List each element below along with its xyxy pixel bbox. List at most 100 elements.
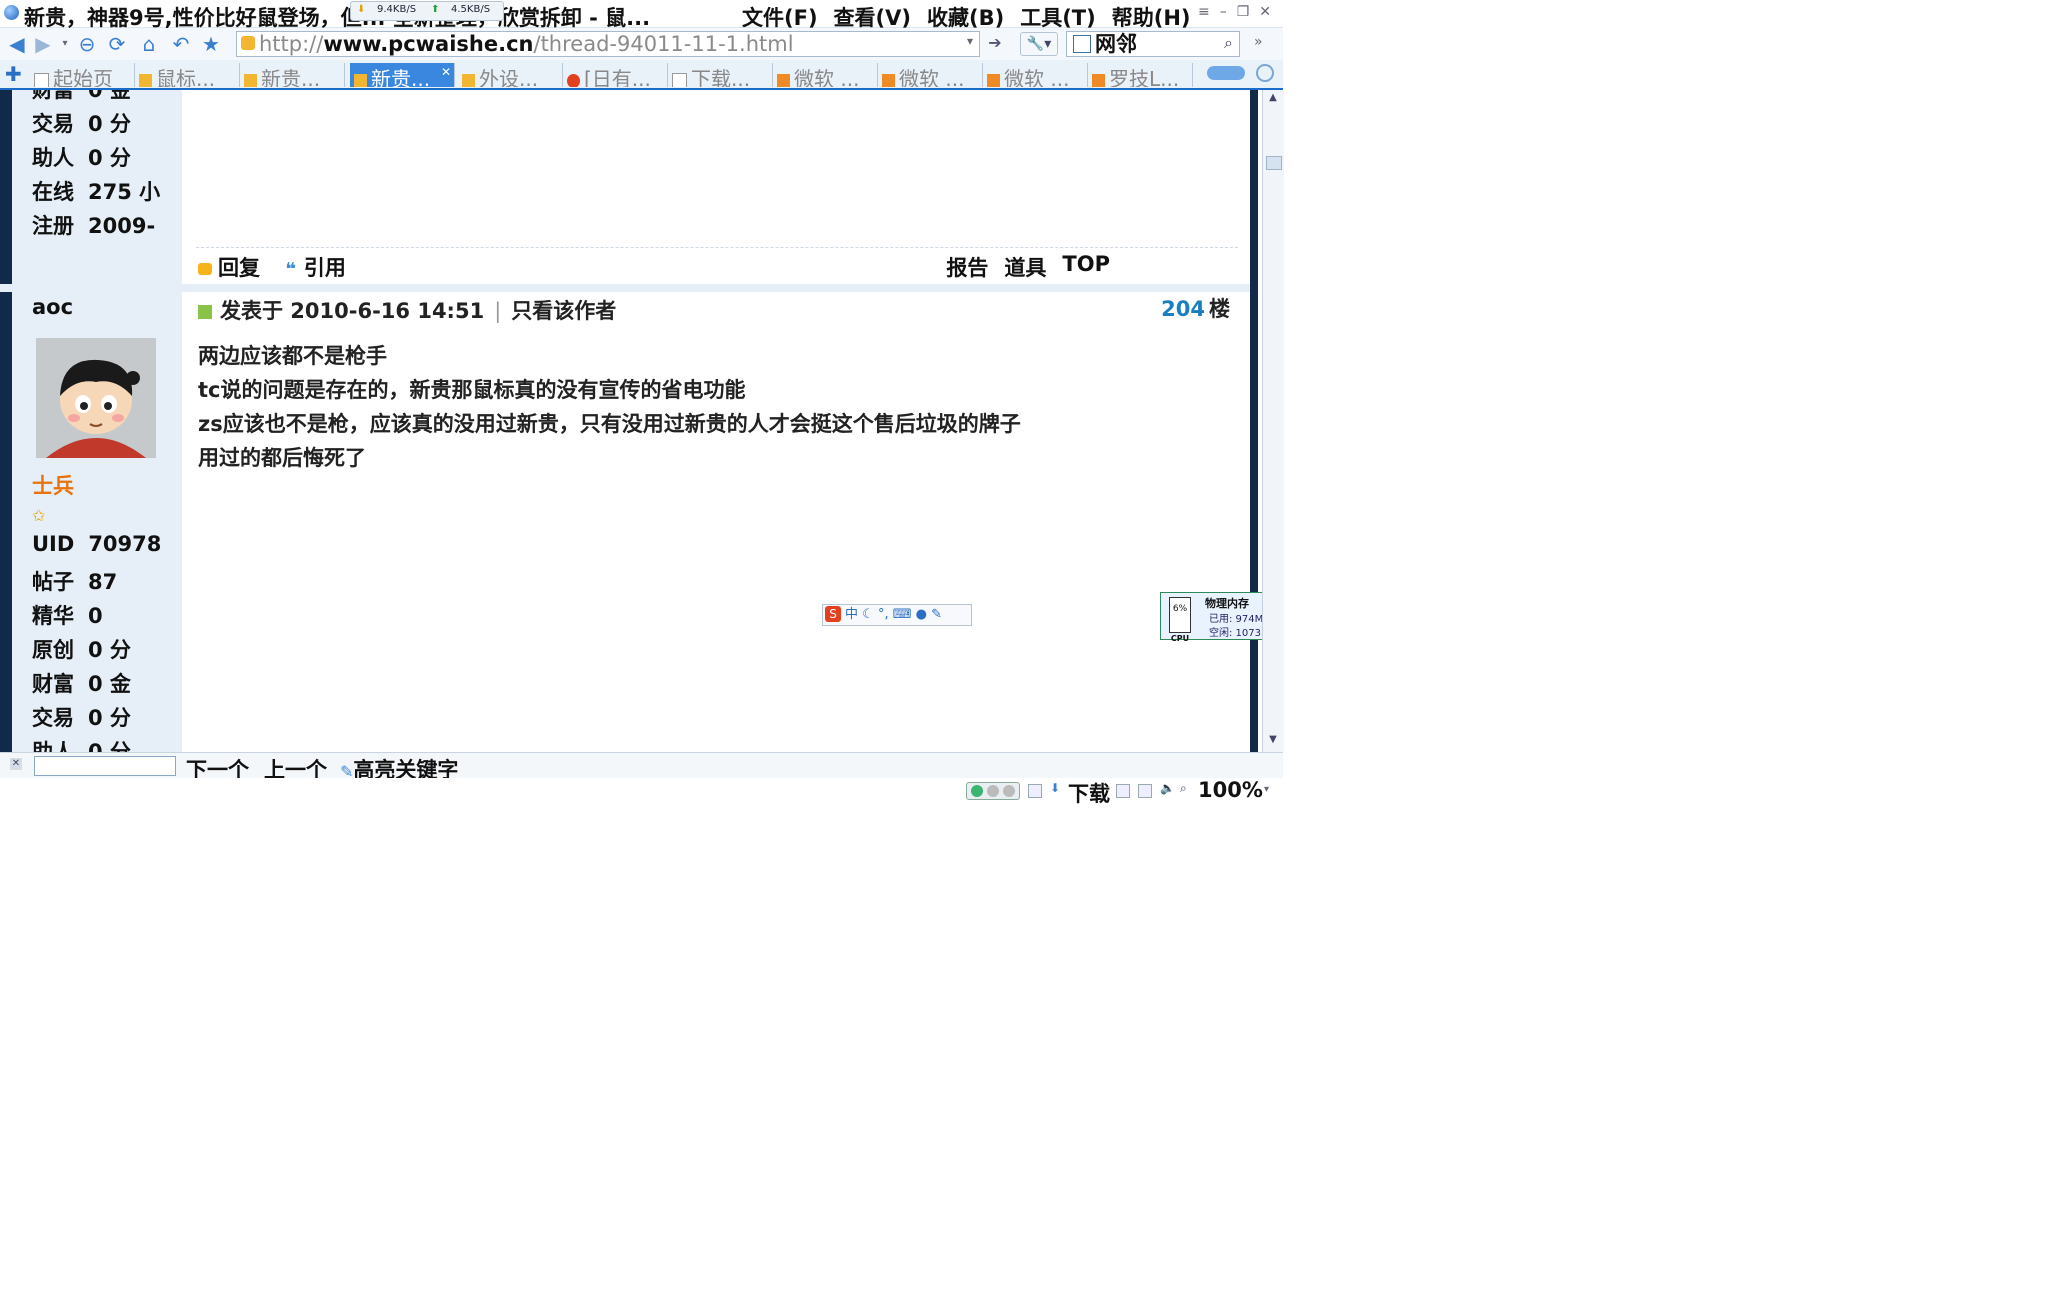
- tab-microsoft-3[interactable]: 微软 ...: [983, 63, 1088, 87]
- ime-logo-icon: S: [825, 606, 841, 622]
- top-link[interactable]: TOP: [1062, 252, 1110, 282]
- user-icon[interactable]: ●: [916, 607, 927, 622]
- page-content: 财富 0 金 交易 0 分 助人 0 分 在线 275 小 注册 2009- aoc: [0, 90, 1258, 752]
- tab-logitech[interactable]: 罗技L...: [1088, 63, 1193, 87]
- tab-close-icon[interactable]: ✕: [441, 65, 451, 79]
- divider: [196, 247, 1238, 248]
- memory-title: 物理内存: [1205, 597, 1249, 610]
- page-info-icon[interactable]: [1028, 784, 1042, 798]
- menu-toggle-icon[interactable]: ≡: [1198, 4, 1210, 20]
- post-line-2: tc说的问题是存在的，新贵那鼠标真的没有宣传的省电功能: [198, 378, 746, 402]
- address-url[interactable]: http://www.pcwaishe.cn/thread-94011-11-1…: [259, 32, 794, 56]
- restore-icon[interactable]: ❐: [1237, 4, 1250, 20]
- post-actions-right: 报告 道具 TOP: [946, 252, 1110, 282]
- reply-icon: [198, 263, 212, 275]
- status-bar: ⬇ 下载 🔈 ⌕ 100% ▾: [0, 778, 1283, 806]
- post-line-1: 两边应该都不是枪手: [198, 344, 387, 368]
- zoom-icon[interactable]: ⌕: [1180, 781, 1192, 795]
- user-status-icon[interactable]: [1116, 784, 1130, 798]
- settings-wrench-icon[interactable]: ✎: [931, 607, 942, 622]
- tab-xingui-active[interactable]: 新贵... ✕: [350, 63, 455, 87]
- zoom-dropdown-icon[interactable]: ▾: [1264, 784, 1269, 795]
- punctuation-icon[interactable]: °,: [878, 607, 889, 622]
- download-arrow-icon[interactable]: ⬇: [1050, 781, 1062, 795]
- quote-button[interactable]: 引用: [304, 256, 346, 280]
- vertical-scrollbar[interactable]: ▲ ▼: [1262, 90, 1284, 752]
- forum-favicon-icon: [462, 73, 475, 87]
- address-dropdown-icon[interactable]: ▾: [967, 34, 973, 48]
- prev-stat-online: 在线 275 小: [32, 180, 161, 204]
- browser-logo-icon: [4, 5, 19, 20]
- tab-start-page[interactable]: 起始页: [30, 63, 135, 87]
- search-box[interactable]: 网邻 ⌕: [1066, 31, 1240, 57]
- find-input[interactable]: [34, 756, 176, 776]
- tab-list-icon[interactable]: [1256, 64, 1274, 82]
- minimize-icon[interactable]: –: [1220, 4, 1227, 20]
- ime-mode[interactable]: 中: [845, 607, 858, 622]
- tab-daily[interactable]: [日有...: [563, 63, 668, 87]
- tab-bar: ✚ 起始页 鼠标... 新贵... 新贵... ✕ 外设... [日有... 下载…: [0, 60, 1283, 90]
- find-bar: ✕ 下一个 上一个 ✎高亮关键字: [0, 752, 1283, 782]
- shop-cart-icon: [1092, 73, 1105, 87]
- forward-icon[interactable]: ▶: [32, 33, 54, 55]
- search-engine-icon[interactable]: [1073, 35, 1091, 53]
- scroll-up-icon[interactable]: ▲: [1265, 92, 1281, 108]
- post-header: 发表于 2010-6-16 14:51 | 只看该作者: [198, 295, 616, 325]
- printer-icon[interactable]: [1138, 784, 1152, 798]
- go-arrow-icon[interactable]: ➔: [984, 33, 1006, 53]
- back-icon[interactable]: ◀: [6, 33, 28, 55]
- close-icon[interactable]: ✕: [1259, 4, 1271, 20]
- traffic-light-toggle[interactable]: [966, 782, 1020, 800]
- search-input[interactable]: 网邻: [1095, 32, 1137, 56]
- tab-microsoft-2[interactable]: 微软 ...: [878, 63, 983, 87]
- avatar-cartoon-icon: [36, 338, 156, 458]
- history-dropdown-icon[interactable]: ▾: [54, 33, 76, 55]
- tab-mouse[interactable]: 鼠标...: [135, 63, 240, 87]
- post-line-3: zs应该也不是枪，应该真的没用过新贵，只有没用过新贵的人才会挺这个售后垃圾的牌子: [198, 412, 1021, 436]
- prev-stat-wealth: 财富 0 金: [32, 90, 131, 102]
- scroll-thumb[interactable]: [1266, 156, 1282, 170]
- undo-close-icon[interactable]: ↶: [170, 33, 192, 55]
- reply-button[interactable]: 回复: [218, 256, 260, 280]
- floor-number[interactable]: 204 楼: [1161, 293, 1230, 323]
- search-icon[interactable]: ⌕: [1224, 33, 1233, 53]
- tab-peripherals[interactable]: 外设...: [458, 63, 563, 87]
- tab-microsoft-1[interactable]: 微软 ...: [773, 63, 878, 87]
- moon-icon[interactable]: ☾: [862, 607, 874, 622]
- report-button[interactable]: 报告: [946, 252, 988, 282]
- tab-download[interactable]: 下载...: [668, 63, 773, 87]
- tools-link[interactable]: 道具: [1004, 252, 1046, 282]
- forum-favicon-icon: [139, 73, 152, 87]
- upload-arrow-icon: ⬆: [431, 4, 440, 15]
- stop-icon[interactable]: ⊖: [76, 33, 98, 55]
- address-bar[interactable]: http://www.pcwaishe.cn/thread-94011-11-1…: [236, 31, 980, 57]
- cpu-meter: 6% CPU: [1169, 597, 1191, 643]
- shop-cart-icon: [882, 73, 895, 87]
- more-chevron-icon[interactable]: »: [1254, 34, 1263, 50]
- upload-speed: 4.5KB/S: [451, 4, 491, 15]
- title-bar: 新贵，神器9号,性价比好鼠登场，但... 全新整理，欣赏拆卸 - 鼠... ⬇ …: [0, 0, 1283, 30]
- keyboard-icon[interactable]: ⌨: [893, 607, 912, 622]
- user-info-pane: 财富 0 金 交易 0 分 助人 0 分 在线 275 小 注册 2009- aoc: [12, 90, 182, 752]
- prev-stat-registered: 注册 2009-: [32, 214, 156, 238]
- post-separator: [0, 284, 1250, 292]
- download-button[interactable]: 下载: [1068, 778, 1110, 808]
- stat-uid: UID 70978: [32, 532, 162, 556]
- home-icon[interactable]: ⌂: [138, 33, 160, 55]
- shop-cart-icon: [777, 73, 790, 87]
- author-username[interactable]: aoc: [32, 295, 73, 319]
- favorite-star-icon[interactable]: ★: [200, 33, 222, 55]
- refresh-icon[interactable]: ⟳: [106, 33, 128, 55]
- find-close-icon[interactable]: ✕: [10, 758, 22, 770]
- tools-button[interactable]: 🔧▾: [1020, 32, 1058, 56]
- zoom-level[interactable]: 100%: [1198, 778, 1263, 802]
- scroll-down-icon[interactable]: ▼: [1265, 734, 1281, 750]
- tab-xingui-1[interactable]: 新贵...: [240, 63, 345, 87]
- download-arrow-icon: ⬇: [357, 4, 366, 15]
- new-tab-icon[interactable]: ✚: [5, 62, 22, 86]
- only-author-link[interactable]: 只看该作者: [511, 299, 616, 323]
- tab-overflow-icon[interactable]: [1207, 66, 1245, 80]
- ime-toolbar[interactable]: S中 ☾ °, ⌨ ● ✎: [822, 604, 972, 626]
- volume-icon[interactable]: 🔈: [1160, 781, 1175, 795]
- avatar[interactable]: [36, 338, 156, 458]
